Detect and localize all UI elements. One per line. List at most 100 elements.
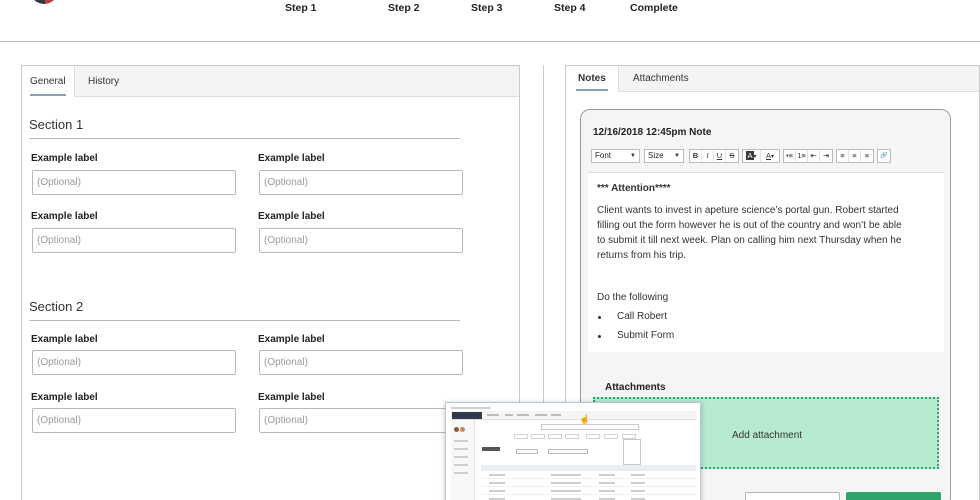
list-item-text: Submit Form <box>617 330 675 341</box>
thumbnail-cell <box>599 474 615 476</box>
stepper-divider <box>0 41 980 42</box>
align-center-button[interactable]: ≡ <box>849 150 861 162</box>
thumbnail-filter <box>586 434 600 439</box>
add-attachment-label: Add attachment <box>732 430 803 441</box>
section-1-title: Section 1 <box>29 117 84 132</box>
note-editor[interactable]: *** Attention**** Client wants to invest… <box>588 172 944 352</box>
thumbnail-sidebar-item <box>454 440 468 442</box>
thumbnail-cell <box>489 482 505 484</box>
example-field-input[interactable]: (Optional) <box>259 350 463 375</box>
strikethrough-button[interactable]: S <box>726 150 738 162</box>
chevron-down-icon: ▼ <box>630 153 636 159</box>
field-label: Example label <box>258 153 325 164</box>
example-field-input[interactable]: (Optional) <box>32 170 236 195</box>
thumbnail-filter <box>604 434 618 439</box>
step-3[interactable]: Step 3 <box>471 2 503 14</box>
size-select[interactable]: Size ▼ <box>644 149 684 163</box>
link-icon[interactable]: 🔗 <box>878 150 890 162</box>
bullet-list-button[interactable]: •≡ <box>784 150 796 162</box>
form-tabbar: General History <box>22 66 519 97</box>
thumbnail-table-row <box>481 496 696 500</box>
numbered-list-button[interactable]: 1≡ <box>796 150 808 162</box>
bullet-icon <box>598 316 601 319</box>
thumbnail-button <box>516 449 538 454</box>
thumbnail-cell <box>489 490 505 492</box>
list-item-text: Call Robert <box>617 311 668 322</box>
text-color-button[interactable]: A▾ <box>761 150 779 162</box>
example-field-input[interactable]: (Optional) <box>32 228 236 253</box>
underline-button[interactable]: U <box>714 150 726 162</box>
align-left-button[interactable]: ≡ <box>837 150 849 162</box>
thumbnail-table-header <box>481 465 696 471</box>
highlight-color-button[interactable]: A▾ <box>743 150 761 162</box>
section-1-rule <box>29 138 460 139</box>
attachments-label: Attachments <box>605 382 666 393</box>
example-field-input[interactable]: (Optional) <box>32 408 236 433</box>
step-1[interactable]: Step 1 <box>285 2 317 14</box>
indent-button[interactable]: ⇥ <box>820 150 832 162</box>
thumbnail-nav-item <box>505 414 513 416</box>
tab-notes[interactable]: Notes <box>566 66 619 92</box>
font-select-label: Font <box>595 151 612 160</box>
outdent-button[interactable]: ⇤ <box>808 150 820 162</box>
example-field-input[interactable]: (Optional) <box>32 350 236 375</box>
thumbnail-navbar <box>451 411 697 420</box>
field-label: Example label <box>258 211 325 222</box>
thumbnail-nav-item <box>535 414 547 416</box>
tab-general[interactable]: General <box>22 66 75 97</box>
align-right-button[interactable]: ≡ <box>861 150 873 162</box>
list-group: •≡ 1≡ ⇤ ⇥ <box>783 149 833 163</box>
thumbnail-sidebar-item <box>454 448 468 450</box>
note-heading: *** Attention**** <box>597 183 671 194</box>
step-complete[interactable]: Complete <box>630 2 678 14</box>
thumbnail-filter <box>514 434 528 439</box>
chevron-down-icon: ▼ <box>674 153 680 159</box>
section-2-title: Section 2 <box>29 299 84 314</box>
highlight-icon: A <box>746 151 754 160</box>
thumbnail-avatar <box>460 427 465 432</box>
tab-history[interactable]: History <box>80 66 127 97</box>
field-label: Example label <box>31 334 98 345</box>
thumbnail-cell <box>551 482 581 484</box>
link-group: 🔗 <box>877 149 891 163</box>
format-group: B I U S <box>689 149 739 163</box>
thumbnail-cell <box>489 474 505 476</box>
thumbnail-heading <box>482 447 500 451</box>
thumbnail-button <box>548 449 588 454</box>
field-label: Example label <box>31 153 98 164</box>
step-2[interactable]: Step 2 <box>388 2 420 14</box>
thumbnail-nav-item <box>551 414 561 416</box>
bold-button[interactable]: B <box>690 150 702 162</box>
thumbnail-cell <box>599 482 615 484</box>
thumbnail-filter <box>531 434 545 439</box>
thumbnail-dropdown <box>623 439 641 465</box>
thumbnail-cell <box>631 490 645 492</box>
field-label: Example label <box>31 211 98 222</box>
thumbnail-table-row <box>481 480 696 487</box>
thumbnail-filter <box>565 434 579 439</box>
example-field-input[interactable]: (Optional) <box>259 408 463 433</box>
thumbnail-logo <box>452 412 482 419</box>
font-select[interactable]: Font ▼ <box>591 149 640 163</box>
size-select-label: Size <box>648 151 664 160</box>
thumbnail-cell <box>631 482 645 484</box>
thumbnail-filter <box>548 434 562 439</box>
note-title: 12/16/2018 12:45pm Note <box>593 127 712 138</box>
example-field-input[interactable]: (Optional) <box>259 228 463 253</box>
thumbnail-table-row <box>481 472 696 479</box>
italic-button[interactable]: I <box>702 150 714 162</box>
note-body: Client wants to invest in apeture scienc… <box>597 205 902 261</box>
field-label: Example label <box>258 392 325 403</box>
brand-logo <box>30 0 58 4</box>
dragged-image-thumbnail[interactable]: ☝ <box>445 402 701 500</box>
thumbnail-sidebar-item <box>454 456 468 458</box>
example-field-input[interactable]: (Optional) <box>259 170 463 195</box>
cancel-button[interactable] <box>745 492 840 500</box>
thumbnail-cell <box>551 474 581 476</box>
note-list-intro: Do the following <box>597 292 669 303</box>
submit-button[interactable] <box>846 492 941 500</box>
tab-attachments[interactable]: Attachments <box>621 66 701 92</box>
thumbnail-nav-item <box>517 414 529 416</box>
step-4[interactable]: Step 4 <box>554 2 586 14</box>
thumbnail-cell <box>631 474 645 476</box>
